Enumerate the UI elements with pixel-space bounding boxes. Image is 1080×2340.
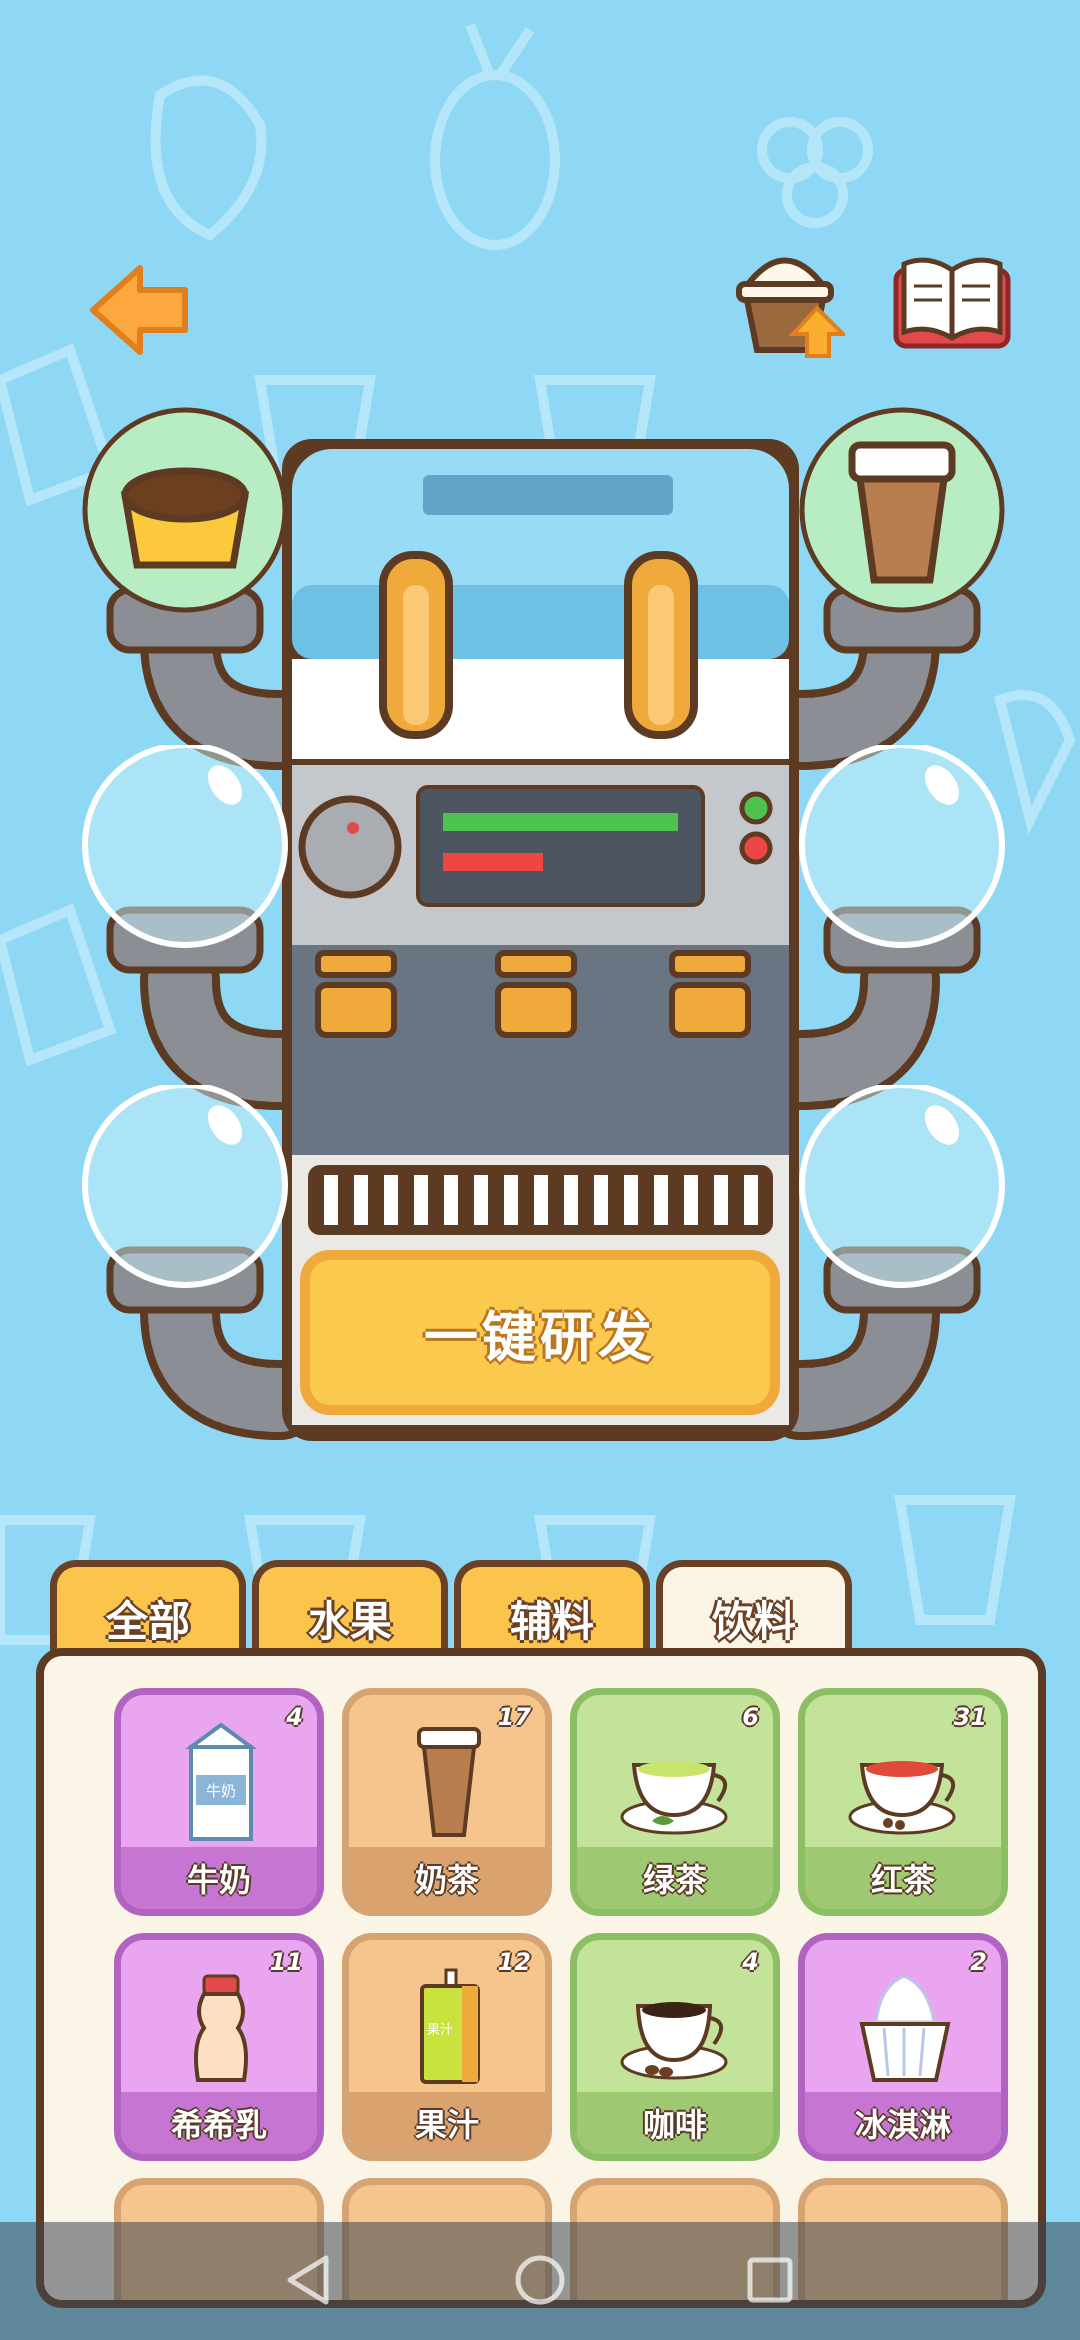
nav-home-icon[interactable] — [512, 2252, 568, 2308]
item-count: 4 — [742, 1948, 759, 1976]
item-name: 咖啡 — [577, 2092, 773, 2154]
coffee-cup-icon — [620, 2002, 728, 2080]
item-count: 12 — [497, 1948, 531, 1976]
item-count: 31 — [953, 1703, 987, 1731]
ingredient-card-milk[interactable]: 牛奶 4 牛奶 — [114, 1688, 324, 1916]
item-count: 17 — [497, 1703, 531, 1731]
slot-top-right[interactable] — [792, 405, 1012, 675]
juice-box-text: 果汁 — [427, 2023, 453, 2038]
slot-bottom-left[interactable] — [75, 1085, 295, 1355]
back-arrow-icon[interactable] — [85, 260, 195, 360]
ingredient-card-black-tea[interactable]: 31 红茶 — [798, 1688, 1008, 1916]
item-count: 4 — [286, 1703, 303, 1731]
ingredient-card-coffee[interactable]: 4 咖啡 — [570, 1933, 780, 2161]
slot-middle-left[interactable] — [75, 745, 295, 1015]
slot-middle-right[interactable] — [792, 745, 1012, 1015]
milk-tea-cup-icon — [417, 1727, 481, 1837]
green-tea-icon — [620, 1761, 728, 1835]
slot-top-left[interactable] — [75, 405, 295, 675]
yogurt-bottle-icon — [194, 1974, 248, 2082]
ingredient-card-green-tea[interactable]: 6 绿茶 — [570, 1688, 780, 1916]
cup-upgrade-icon[interactable] — [725, 238, 845, 358]
item-count: 6 — [742, 1703, 759, 1731]
pudding-icon — [120, 467, 250, 569]
ice-cream-icon — [859, 1974, 951, 2082]
milk-carton-icon: 牛奶 — [184, 1722, 258, 1841]
nav-back-icon[interactable] — [282, 2252, 334, 2308]
milk-carton-text: 牛奶 — [206, 1782, 236, 1800]
open-book-icon[interactable] — [892, 252, 1012, 352]
ingredient-card-ice-cream[interactable]: 2 冰淇淋 — [798, 1933, 1008, 2161]
ingredient-card-yakult[interactable]: 11 希希乳 — [114, 1933, 324, 2161]
item-name: 希希乳 — [121, 2092, 317, 2154]
black-tea-icon — [848, 1761, 956, 1835]
ingredient-card-milk-tea[interactable]: 17 奶茶 — [342, 1688, 552, 1916]
item-name: 冰淇淋 — [805, 2092, 1001, 2154]
system-nav-bar — [0, 2222, 1080, 2340]
item-name: 奶茶 — [349, 1847, 545, 1909]
ingredient-card-juice[interactable]: 果汁 12 果汁 — [342, 1933, 552, 2161]
item-name: 牛奶 — [121, 1847, 317, 1909]
item-name: 红茶 — [805, 1847, 1001, 1909]
ingredient-panel: 牛奶 4 牛奶 17 奶茶 6 绿茶 31 红茶 11 希希乳 果汁 12 果汁… — [36, 1648, 1046, 2308]
item-count: 11 — [269, 1948, 303, 1976]
item-name: 绿茶 — [577, 1847, 773, 1909]
slot-bottom-right[interactable] — [792, 1085, 1012, 1355]
nav-recents-icon[interactable] — [744, 2254, 796, 2306]
item-name: 果汁 — [349, 2092, 545, 2154]
item-count: 2 — [970, 1948, 987, 1976]
juice-box-icon: 果汁 — [420, 1968, 480, 2084]
one-click-research-button[interactable]: 一键研发 — [300, 1250, 780, 1415]
